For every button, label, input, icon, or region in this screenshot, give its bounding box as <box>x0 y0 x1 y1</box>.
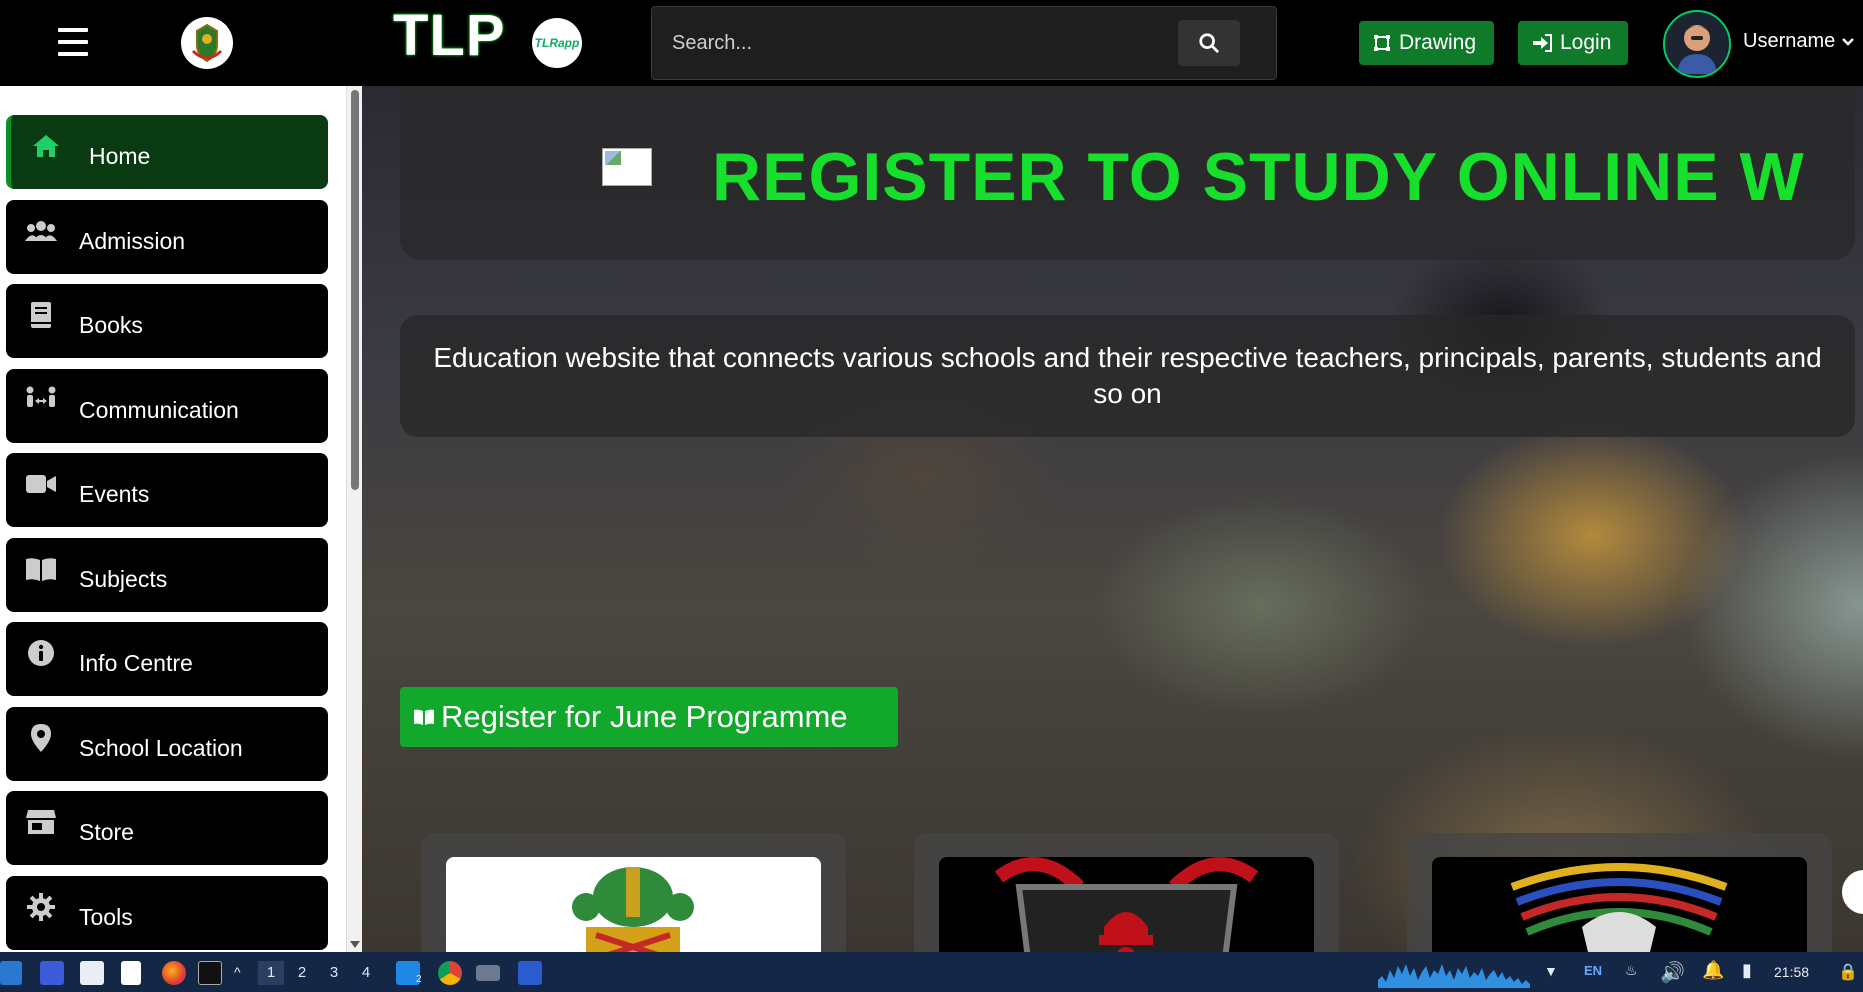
open-book-icon <box>24 552 58 586</box>
sidebar-item-label: Events <box>79 481 150 507</box>
sign-in-icon <box>1533 34 1552 52</box>
chevron-up-icon[interactable]: ^ <box>234 964 241 980</box>
username-label: Username <box>1743 30 1836 52</box>
hero-section: REGISTER TO STUDY ONLINE W Education web… <box>362 86 1863 952</box>
hero-title-box: REGISTER TO STUDY ONLINE W <box>400 86 1855 260</box>
vscode-badge: 2 <box>416 974 422 985</box>
drawing-icon <box>1374 35 1390 51</box>
sidebar-item-label: Communication <box>79 397 239 423</box>
school-shield-image <box>939 857 1314 952</box>
home-icon <box>29 129 63 163</box>
school-emblem-image <box>1432 857 1807 952</box>
map-pin-icon <box>24 721 58 755</box>
battery-icon[interactable]: ▮ <box>1742 960 1752 981</box>
video-camera-icon <box>24 467 58 501</box>
search-button[interactable] <box>1178 20 1240 66</box>
sidebar-item-home[interactable]: Home <box>6 115 328 189</box>
login-label: Login <box>1560 31 1612 54</box>
people-arrows-icon <box>24 383 58 417</box>
search-icon <box>1199 33 1219 53</box>
sidebar-item-label: Home <box>89 143 151 169</box>
clock[interactable]: 21:58 <box>1774 964 1809 980</box>
coat-of-arms-logo <box>181 17 233 69</box>
info-icon <box>24 636 58 670</box>
user-menu[interactable]: Username <box>1743 30 1855 53</box>
sidebar-item-school-location[interactable]: School Location <box>6 707 328 781</box>
sidebar-item-label: Subjects <box>79 566 168 592</box>
workspace-3[interactable]: 3 <box>321 961 347 985</box>
flame-icon[interactable]: ♨ <box>1625 962 1638 979</box>
terminal-icon[interactable] <box>198 961 222 985</box>
sidebar-item-label: School Location <box>79 735 243 761</box>
sidebar-item-label: Admission <box>79 228 186 254</box>
file-manager-icon[interactable] <box>80 961 104 985</box>
broken-image-icon <box>602 148 652 186</box>
drawing-button[interactable]: Drawing <box>1359 21 1494 65</box>
chrome-icon[interactable] <box>438 961 462 985</box>
sidebar-item-subjects[interactable]: Subjects <box>6 538 328 612</box>
os-taskbar: ^ 1 2 3 4 2 ▼ EN ♨ 🔊 🔔 ▮ 21:58 🔒 <box>0 952 1863 992</box>
volume-icon[interactable]: 🔊 <box>1660 960 1685 985</box>
drawing-label: Drawing <box>1399 31 1477 54</box>
sidebar-item-tools[interactable]: Tools <box>6 876 328 950</box>
school-crest-image <box>446 857 821 952</box>
side-widget-tab[interactable] <box>1842 870 1863 914</box>
sidebar-item-info-centre[interactable]: Info Centre <box>6 622 328 696</box>
sidebar-item-label: Store <box>79 819 134 845</box>
hamburger-menu-icon[interactable] <box>58 28 88 56</box>
firefox-icon[interactable] <box>162 961 186 985</box>
search-bar <box>651 6 1277 80</box>
window-app-icon[interactable] <box>518 961 542 985</box>
school-card[interactable] <box>1407 833 1832 952</box>
workspace-1[interactable]: 1 <box>258 961 284 985</box>
lock-icon[interactable]: 🔒 <box>1838 962 1858 982</box>
school-card[interactable] <box>914 833 1339 952</box>
school-card[interactable] <box>421 833 846 952</box>
register-june-programme-button[interactable]: Register for June Programme <box>400 687 898 747</box>
gear-icon <box>24 890 58 924</box>
sidebar-item-communication[interactable]: Communication <box>6 369 328 443</box>
text-editor-icon[interactable] <box>121 961 141 985</box>
start-menu-icon[interactable] <box>0 961 22 985</box>
camera-app-icon[interactable] <box>476 965 500 981</box>
sidebar-item-label: Info Centre <box>79 650 193 676</box>
top-navbar: TLP TLRapp Drawing Login <box>0 0 1863 86</box>
sidebar-item-events[interactable]: Events <box>6 453 328 527</box>
sidebar-item-label: Tools <box>79 904 133 930</box>
register-button-label: Register for June Programme <box>441 699 848 734</box>
workspace-2[interactable]: 2 <box>289 961 315 985</box>
store-icon <box>24 805 58 839</box>
open-book-icon <box>414 709 434 725</box>
audio-visualizer-graph <box>1378 964 1530 988</box>
brand-title[interactable]: TLP <box>393 2 506 69</box>
search-input[interactable] <box>652 7 1172 79</box>
chevron-down-icon <box>1842 37 1855 46</box>
workspace-4[interactable]: 4 <box>353 961 379 985</box>
sidebar-item-store[interactable]: Store <box>6 791 328 865</box>
description-box: Education website that connects various … <box>400 315 1855 437</box>
sidebar-item-admission[interactable]: Admission <box>6 200 328 274</box>
desktop-icon[interactable] <box>40 961 64 985</box>
notification-bell-icon[interactable]: 🔔 <box>1702 960 1724 981</box>
sidebar-scrollbar[interactable] <box>346 86 362 952</box>
users-icon <box>24 214 58 248</box>
sidebar-item-label: Books <box>79 312 143 338</box>
brand-logo: TLRapp <box>532 18 582 68</box>
scrollbar-thumb[interactable] <box>351 90 359 490</box>
language-indicator[interactable]: EN <box>1584 963 1602 978</box>
login-button[interactable]: Login <box>1518 21 1628 65</box>
sidebar: Home Admission Books Communication Event… <box>0 86 346 952</box>
network-icon[interactable]: ▼ <box>1544 963 1558 979</box>
hero-title: REGISTER TO STUDY ONLINE W <box>712 139 1805 215</box>
book-icon <box>24 298 58 332</box>
scroll-down-arrow-icon[interactable] <box>350 941 360 948</box>
avatar[interactable] <box>1663 10 1731 78</box>
sidebar-item-books[interactable]: Books <box>6 284 328 358</box>
site-description: Education website that connects various … <box>433 342 1822 409</box>
